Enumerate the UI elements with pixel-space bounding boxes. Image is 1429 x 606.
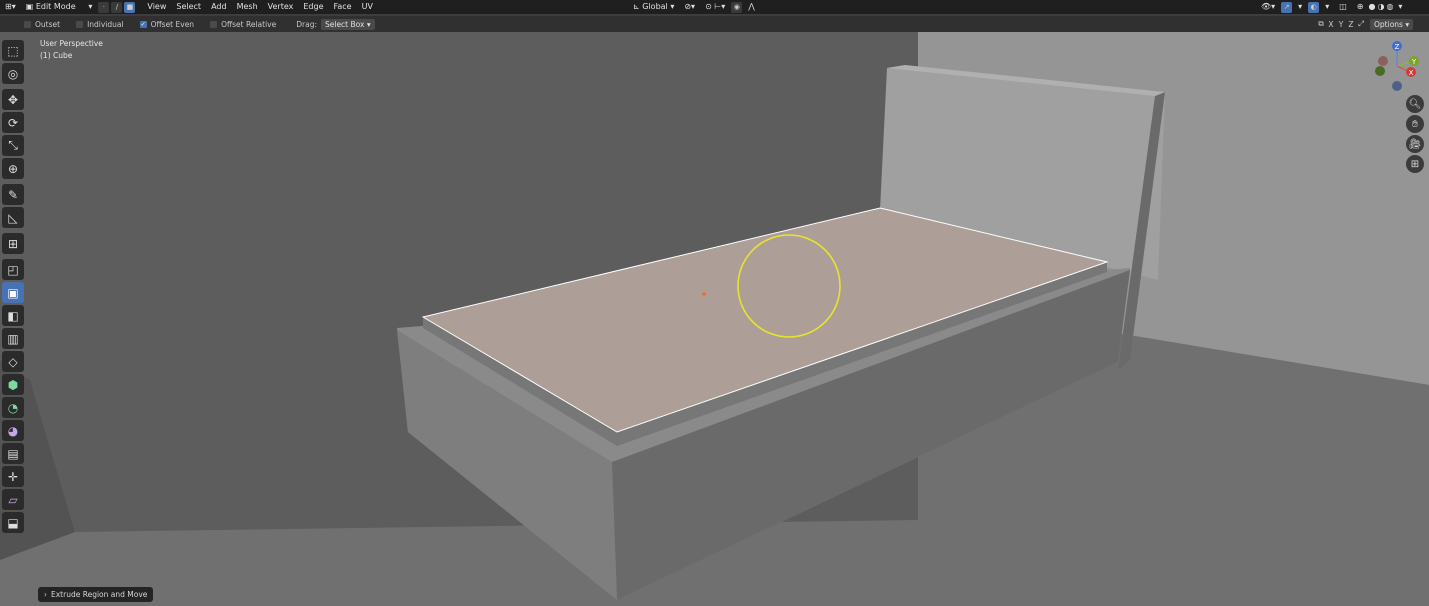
tool-settings-bar: Outset Individual ✓ Offset Even Offset Re… xyxy=(0,16,1429,32)
origin-dot xyxy=(702,292,706,296)
offset-relative-box xyxy=(210,20,218,28)
outset-box xyxy=(24,20,31,28)
gizmo-neg-x-axis[interactable] xyxy=(1378,56,1388,66)
inset-icon[interactable]: ▣ xyxy=(2,282,24,303)
view-perspective-label: User Perspective xyxy=(40,39,103,48)
offset-even-label: Offset Even xyxy=(150,19,195,29)
gizmo-x-label: X xyxy=(1409,69,1414,77)
gizmo-y-label: Y xyxy=(1411,58,1417,66)
outset-label: Outset xyxy=(35,19,61,29)
overlay-icon[interactable]: ◐ xyxy=(1308,1,1320,13)
extrude-icon[interactable]: ◰ xyxy=(2,259,24,280)
menu-mesh[interactable]: Mesh xyxy=(232,0,263,14)
zoom-icon[interactable]: 🔍︎ xyxy=(1406,95,1424,113)
edge-slide-icon[interactable]: ▤ xyxy=(2,443,24,464)
visibility-icon[interactable]: 👁▾ xyxy=(1256,0,1280,14)
loop-cut-icon[interactable]: ▥ xyxy=(2,328,24,349)
knife-icon[interactable]: ◇ xyxy=(2,351,24,372)
last-operator-label: Extrude Region and Move xyxy=(51,590,148,599)
orientation-label: Global xyxy=(642,2,668,11)
edge-select-icon[interactable]: / xyxy=(111,1,123,13)
individual-box xyxy=(76,20,84,28)
mode-label: Edit Mode xyxy=(35,2,76,11)
vertex-select-icon[interactable]: · xyxy=(98,1,110,13)
axis-x-toggle[interactable]: X xyxy=(1326,20,1336,29)
shading-material-icon[interactable]: ◑ xyxy=(1375,0,1386,14)
individual-checkbox[interactable]: Individual xyxy=(76,20,124,29)
rotate-icon[interactable]: ⟳ xyxy=(2,112,24,133)
camera-view-icon[interactable]: 🎥︎ xyxy=(1406,135,1424,153)
gizmo-neg-y-axis[interactable] xyxy=(1375,66,1385,76)
drag-label: Drag: xyxy=(296,19,317,29)
rip-icon[interactable]: ⬓ xyxy=(2,512,24,533)
gizmo-neg-z-axis[interactable] xyxy=(1392,81,1402,91)
axis-z-toggle[interactable]: Z xyxy=(1346,20,1356,29)
orientation-icon: ⊾ xyxy=(633,2,640,11)
menu-edge[interactable]: Edge xyxy=(298,0,328,14)
move-icon[interactable]: ✥ xyxy=(2,89,24,110)
overlay-dropdown[interactable]: ▾ xyxy=(1320,0,1334,14)
axis-y-toggle[interactable]: Y xyxy=(1336,20,1346,29)
editor-type-button[interactable]: ⊞▾ xyxy=(0,0,21,14)
offset-even-checkbox[interactable]: ✓ Offset Even xyxy=(139,19,195,29)
poly-build-icon[interactable]: ⬢ xyxy=(2,374,24,395)
select-box-icon[interactable]: ⬚ xyxy=(2,40,24,61)
pan-hand-icon[interactable]: ✋︎ xyxy=(1406,115,1424,133)
add-cube-icon[interactable]: ⊞ xyxy=(2,233,24,254)
shading-wireframe-icon[interactable]: ⊕ xyxy=(1352,0,1369,14)
snap-icon[interactable]: ⊙ ⊢▾ xyxy=(700,0,730,14)
checkmark-icon: ✓ xyxy=(139,20,147,28)
menu-uv[interactable]: UV xyxy=(357,0,378,14)
outset-checkbox[interactable]: Outset xyxy=(24,20,60,29)
transform-icon[interactable]: ⊕ xyxy=(2,158,24,179)
shear-icon[interactable]: ▱ xyxy=(2,489,24,510)
drag-value: Select Box xyxy=(324,19,365,29)
menu-select[interactable]: Select xyxy=(171,0,206,14)
last-operator-panel[interactable]: › Extrude Region and Move xyxy=(38,587,154,602)
menu-add[interactable]: Add xyxy=(206,0,232,14)
options-label: Options xyxy=(1374,19,1403,29)
smooth-icon[interactable]: ◕ xyxy=(2,420,24,441)
gizmo-dropdown[interactable]: ▾ xyxy=(1293,0,1307,14)
options-dropdown[interactable]: Options ▾ xyxy=(1370,18,1414,30)
drag-dropdown[interactable]: Select Box ▾ xyxy=(320,18,375,30)
shading-solid-icon[interactable]: ● xyxy=(1368,0,1375,14)
menu-vertex[interactable]: Vertex xyxy=(263,0,299,14)
grid-view-icon[interactable]: ⊞ xyxy=(1406,155,1424,173)
individual-label: Individual xyxy=(87,19,124,29)
scale-icon[interactable]: ⤡ xyxy=(2,135,24,156)
annotate-icon[interactable]: ✎ xyxy=(2,184,24,205)
menu-view[interactable]: View xyxy=(142,0,171,14)
mode-dropdown[interactable]: ▣ Edit Mode ▾ xyxy=(21,0,98,14)
object-name-label: (1) Cube xyxy=(40,51,73,60)
face-select-icon[interactable]: ■ xyxy=(124,1,136,13)
menu-face[interactable]: Face xyxy=(329,0,357,14)
bevel-icon[interactable]: ◧ xyxy=(2,305,24,326)
scene-canvas: Z Y X xyxy=(0,32,1429,606)
cursor-icon[interactable]: ◎ xyxy=(2,63,24,84)
shading-dropdown[interactable]: ▾ xyxy=(1393,0,1407,14)
offset-relative-label: Offset Relative xyxy=(221,19,277,29)
top-header: ⊞▾ ▣ Edit Mode ▾ · / ■ View Select Add M… xyxy=(0,0,1429,14)
shrink-fatten-icon[interactable]: ✛ xyxy=(2,466,24,487)
offset-relative-checkbox[interactable]: Offset Relative xyxy=(210,20,276,29)
left-toolbar: ⬚ ◎ ✥ ⟳ ⤡ ⊕ ✎ ◺ ⊞ ◰ ▣ ◧ ▥ ◇ ⬢ ◔ ◕ ▤ ✛ ▱ … xyxy=(2,40,26,535)
mirror-icon[interactable]: ⧉ xyxy=(1316,19,1326,29)
autoscale-icon[interactable]: ⤢ xyxy=(1356,19,1366,29)
pivot-icon[interactable]: ⊘▾ xyxy=(679,0,700,14)
spin-icon[interactable]: ◔ xyxy=(2,397,24,418)
chevron-right-icon: › xyxy=(44,590,47,599)
gizmo-icon[interactable]: ↗ xyxy=(1281,1,1293,13)
proportional-edit-icon[interactable]: ◉ xyxy=(731,1,743,13)
transform-orientation-dropdown[interactable]: ⊾ Global ▾ xyxy=(628,0,679,14)
3d-viewport[interactable]: Z Y X User Perspective (1) Cube 🔍︎ ✋︎ 🎥︎… xyxy=(0,32,1429,606)
gizmo-z-label: Z xyxy=(1395,43,1400,51)
shading-rendered-icon[interactable]: ◍ xyxy=(1386,0,1393,14)
falloff-icon[interactable]: ⋀ xyxy=(743,0,760,14)
measure-icon[interactable]: ◺ xyxy=(2,207,24,228)
xray-icon[interactable]: ◫ xyxy=(1334,0,1352,14)
